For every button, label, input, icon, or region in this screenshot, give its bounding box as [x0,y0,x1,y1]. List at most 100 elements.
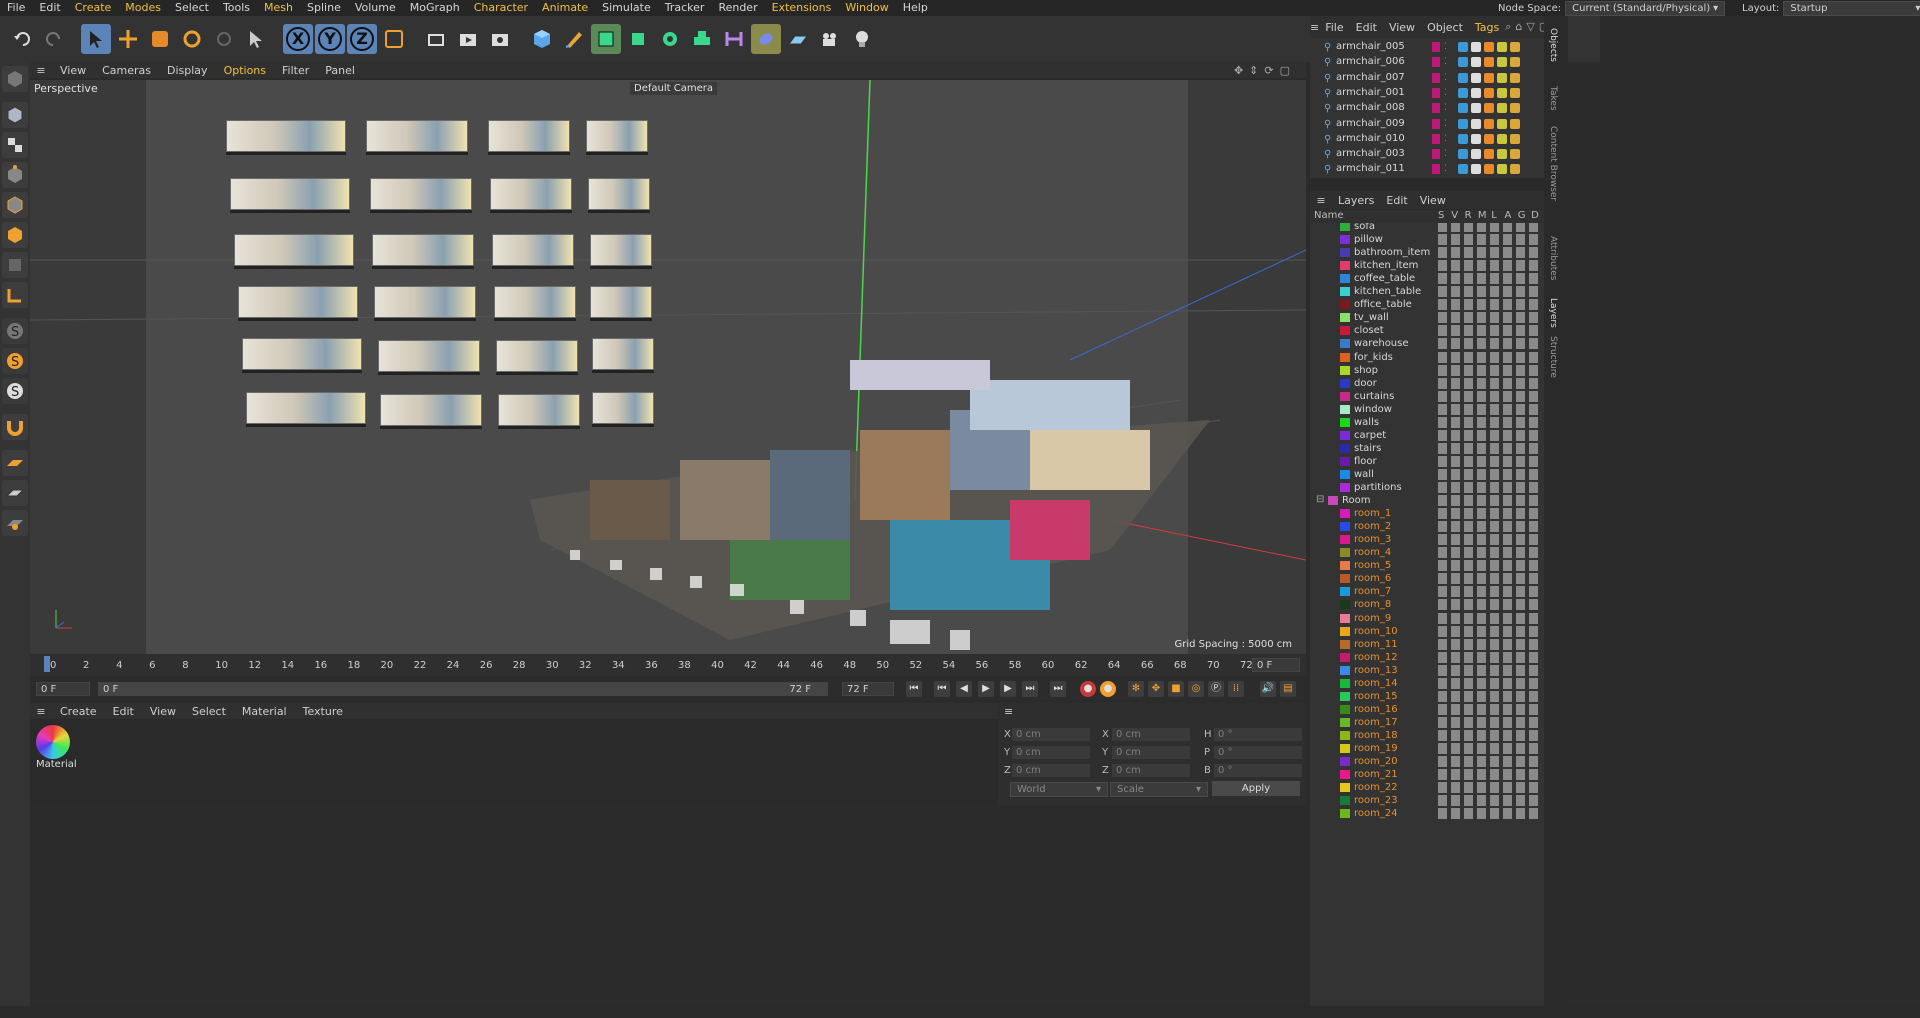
layer-row[interactable]: partitions [1310,481,1544,494]
layer-toggle-icons[interactable] [1438,508,1542,520]
layer-toggle-icons[interactable] [1438,351,1542,363]
layer-col-g[interactable]: G [1518,210,1526,221]
tag-icon[interactable] [1484,87,1494,98]
tab-structure[interactable]: Structure [1548,336,1558,378]
magnet-button[interactable] [2,414,28,440]
object-menu-view[interactable]: View [1383,21,1421,34]
menu-mograph[interactable]: MoGraph [403,0,467,16]
tag-icon[interactable] [1471,149,1481,160]
tag-icon[interactable] [1471,72,1481,83]
layer-color-swatch[interactable] [1340,326,1350,336]
layer-color-swatch[interactable] [1340,365,1350,375]
snap-settings-button[interactable]: S [2,378,28,404]
coordinate-system-button[interactable] [379,24,409,54]
layer-color-swatch[interactable] [1340,378,1350,388]
layer-color-swatch[interactable] [1340,483,1350,492]
layer-row[interactable]: room_24 [1310,807,1544,820]
layer-toggle-icons[interactable] [1438,325,1542,337]
cube-button[interactable] [527,24,557,54]
layer-toggle-icons[interactable] [1438,560,1542,572]
object-row[interactable]: ⚲ armchair_011 ⁚ [1310,162,1544,177]
layer-color-swatch[interactable] [1340,430,1350,440]
viewport-menu-filter[interactable]: Filter [274,64,317,77]
tag-icon[interactable] [1484,42,1494,52]
layer-color-swatch[interactable] [1432,72,1440,83]
coord-mode-select[interactable]: World ▾ [1010,782,1108,797]
layer-row[interactable]: carpet [1310,429,1544,442]
tag-icon[interactable] [1471,164,1481,175]
tag-icon[interactable] [1471,87,1481,98]
menu-animate[interactable]: Animate [535,0,595,16]
layer-toggle-icons[interactable] [1438,377,1542,389]
tag-icon[interactable] [1471,42,1481,52]
layer-color-swatch[interactable] [1432,87,1440,98]
size-x-field[interactable]: 0 cm [1112,728,1190,741]
viewport-menu-panel[interactable]: Panel [317,64,363,77]
layer-toggle-icons[interactable] [1438,223,1542,232]
render-picture-viewer-button[interactable] [453,24,483,54]
object-menu-tags[interactable]: Tags [1469,21,1505,34]
visibility-dots-icon[interactable]: ⁚ [1444,134,1447,144]
sound-button[interactable]: 🔊 [1260,681,1276,697]
layer-row[interactable]: stairs [1310,442,1544,455]
tag-icon[interactable] [1497,57,1507,68]
floor-button[interactable] [783,24,813,54]
layer-toggle-icons[interactable] [1438,638,1542,650]
layer-color-swatch[interactable] [1340,757,1350,767]
layer-row[interactable]: kitchen_table [1310,285,1544,298]
pos-x-field[interactable]: 0 cm [1012,728,1090,741]
end-frame-field[interactable]: 72 F [842,682,894,696]
viewport-nav-icons[interactable]: ✥⇕⟳▢ [1234,64,1296,77]
menu-create[interactable]: Create [68,0,119,16]
layer-row[interactable]: room_11 [1310,638,1544,651]
layer-color-swatch[interactable] [1340,626,1350,636]
locked-workplane-button[interactable] [2,510,28,536]
z-axis-button[interactable]: Z [347,24,377,54]
uv-mode-button[interactable] [2,252,28,278]
collapse-icon[interactable]: ⊟ [1316,494,1324,505]
material-menu-material[interactable]: Material [234,705,295,718]
layer-row[interactable]: room_23 [1310,794,1544,807]
apply-button[interactable]: Apply [1212,781,1300,796]
layer-row[interactable]: window [1310,403,1544,416]
prev-frame-button[interactable]: ◀ [956,681,972,697]
layer-color-swatch[interactable] [1432,133,1440,144]
viewport-menu-display[interactable]: Display [159,64,216,77]
start-frame-field[interactable]: 0 F [36,682,90,696]
layer-row[interactable]: sofa [1310,223,1544,233]
menu-volume[interactable]: Volume [348,0,403,16]
scale-button[interactable] [145,24,175,54]
tag-icon[interactable] [1497,149,1507,160]
layer-toggle-icons[interactable] [1438,612,1542,624]
layer-row[interactable]: room_7 [1310,585,1544,598]
layer-color-swatch[interactable] [1340,300,1350,310]
layer-color-swatch[interactable] [1340,691,1350,701]
frame-range-slider[interactable]: 0 F 72 F [98,682,828,696]
layer-toggle-icons[interactable] [1438,390,1542,402]
move-button[interactable] [113,24,143,54]
layer-toggle-icons[interactable] [1438,795,1542,807]
material-menu-view[interactable]: View [142,705,184,718]
rot-b-field[interactable]: 0 ° [1214,764,1302,777]
autokey-button[interactable]: ● [1100,681,1116,697]
next-frame-button[interactable]: ▶ [1000,681,1016,697]
layer-toggle-icons[interactable] [1438,468,1542,480]
layer-color-swatch[interactable] [1340,339,1350,349]
tag-icon[interactable] [1484,149,1494,160]
layer-color-swatch[interactable] [1340,783,1350,793]
tag-icon[interactable] [1484,118,1494,129]
make-editable-button[interactable] [2,66,28,92]
tag-icon[interactable] [1471,118,1481,129]
playhead[interactable] [44,656,50,672]
layer-row[interactable]: room_15 [1310,690,1544,703]
timeline-film-button[interactable]: ▤ [1280,681,1296,697]
layer-row[interactable]: room_1 [1310,507,1544,520]
axis-mode-button[interactable] [2,282,28,308]
layer-color-swatch[interactable] [1340,561,1350,571]
tag-icon[interactable] [1458,42,1468,52]
layer-color-swatch[interactable] [1340,535,1350,545]
render-settings-button[interactable] [485,24,515,54]
tag-icon[interactable] [1484,164,1494,175]
layer-toggle-icons[interactable] [1438,651,1542,663]
viewport-menu-options[interactable]: Options [216,64,274,77]
